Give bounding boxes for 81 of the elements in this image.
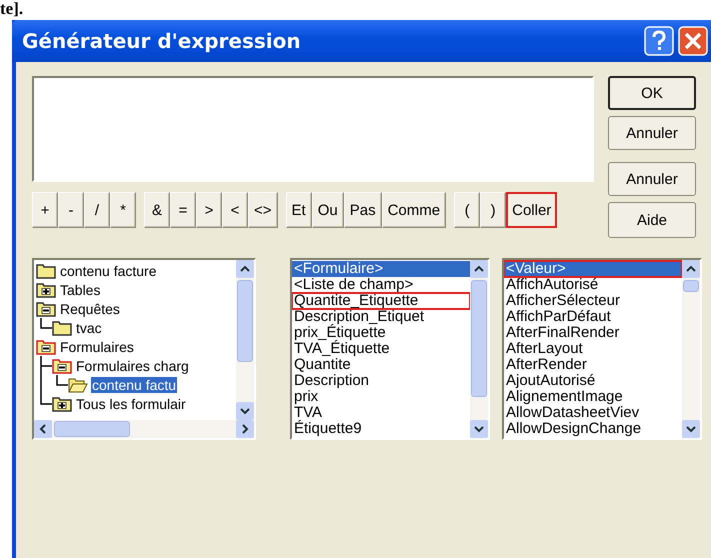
- vertical-scrollbar[interactable]: [470, 260, 488, 438]
- operator-button[interactable]: ): [480, 192, 506, 228]
- list-item[interactable]: AllowDesignChange: [504, 421, 682, 437]
- tree-item[interactable]: tvac: [75, 320, 103, 336]
- tree-line: [56, 375, 68, 386]
- list-item[interactable]: AlignementImage: [504, 389, 682, 405]
- list-item[interactable]: <Valeur>: [504, 261, 682, 277]
- window-title: Générateur d'expression: [22, 29, 301, 53]
- list-item[interactable]: prix_Étiquette: [292, 325, 470, 341]
- vertical-scrollbar[interactable]: [236, 260, 254, 420]
- scroll-down-icon[interactable]: [682, 420, 700, 438]
- operator-button[interactable]: &: [144, 192, 170, 228]
- tree-item[interactable]: Tous les formulair: [75, 396, 187, 412]
- list-item[interactable]: AfficherSélecteur: [504, 293, 682, 309]
- dialog-button[interactable]: Annuler: [608, 162, 696, 196]
- scroll-up-icon[interactable]: [682, 260, 700, 278]
- list-item[interactable]: Description: [292, 373, 470, 389]
- operator-button[interactable]: /: [84, 192, 110, 228]
- scroll-thumb[interactable]: [54, 421, 130, 437]
- list-item[interactable]: <Formulaire>: [292, 261, 470, 277]
- list-item[interactable]: prix: [292, 389, 470, 405]
- scroll-thumb[interactable]: [471, 280, 487, 397]
- scroll-up-icon[interactable]: [236, 260, 254, 278]
- scroll-thumb[interactable]: [683, 280, 699, 292]
- operator-button[interactable]: >: [196, 192, 222, 228]
- list-item[interactable]: <Liste de champ>: [292, 277, 470, 293]
- operator-button[interactable]: Et: [286, 192, 312, 228]
- horizontal-scrollbar[interactable]: [34, 420, 254, 438]
- collapse-folder-icon[interactable]: [52, 357, 72, 374]
- dialog-button[interactable]: Annuler: [608, 116, 696, 150]
- operator-button[interactable]: =: [170, 192, 196, 228]
- open-folder-icon[interactable]: [68, 376, 88, 393]
- help-icon[interactable]: [644, 26, 674, 56]
- operator-button[interactable]: Comme: [382, 192, 446, 228]
- operator-button[interactable]: Ou: [312, 192, 344, 228]
- operator-button[interactable]: Coller: [506, 192, 558, 228]
- list-item[interactable]: AllowDatasheetViev: [504, 405, 682, 421]
- list-item[interactable]: TVA_Étiquette: [292, 341, 470, 357]
- list-item[interactable]: AffichParDéfaut: [504, 309, 682, 325]
- operator-button[interactable]: -: [58, 192, 84, 228]
- operator-button[interactable]: +: [32, 192, 58, 228]
- operator-button[interactable]: <>: [248, 192, 278, 228]
- expand-folder-icon[interactable]: [36, 281, 56, 298]
- scroll-right-icon[interactable]: [236, 420, 254, 438]
- scroll-up-icon[interactable]: [470, 260, 488, 278]
- vertical-scrollbar[interactable]: [682, 260, 700, 438]
- tree-item[interactable]: contenu facture: [59, 262, 158, 278]
- operator-button[interactable]: (: [454, 192, 480, 228]
- collapse-folder-icon[interactable]: [36, 300, 56, 317]
- scroll-down-icon[interactable]: [470, 420, 488, 438]
- folder-icon[interactable]: [52, 319, 72, 336]
- scroll-down-icon[interactable]: [236, 402, 254, 420]
- operator-button[interactable]: <: [222, 192, 248, 228]
- expand-folder-icon[interactable]: [52, 395, 72, 412]
- tree-item[interactable]: Requêtes: [59, 300, 121, 316]
- tree-item[interactable]: Formulaires: [59, 338, 135, 354]
- list-item[interactable]: AfterFinalRender: [504, 325, 682, 341]
- folder-icon[interactable]: [36, 262, 56, 279]
- collapse-folder-icon[interactable]: [36, 338, 56, 355]
- scroll-left-icon[interactable]: [34, 420, 52, 438]
- tree-item[interactable]: Formulaires charg: [75, 358, 190, 374]
- scroll-thumb[interactable]: [237, 280, 253, 362]
- list-item[interactable]: Description_Etiquet: [292, 309, 470, 325]
- document-text: te].: [0, 0, 24, 18]
- close-icon[interactable]: [678, 26, 708, 56]
- operator-button[interactable]: *: [110, 192, 136, 228]
- list-item[interactable]: AfterRender: [504, 357, 682, 373]
- dialog-button[interactable]: OK: [608, 76, 696, 110]
- list-item[interactable]: Quantite_Étiquette: [292, 293, 470, 309]
- tree-item[interactable]: contenu factu: [91, 376, 178, 392]
- list-item[interactable]: AffichAutorisé: [504, 277, 682, 293]
- list-item[interactable]: Quantite: [292, 357, 470, 373]
- tree-line: [40, 318, 52, 329]
- tree-item[interactable]: Tables: [59, 282, 102, 298]
- expression-field[interactable]: [32, 76, 594, 182]
- list-item[interactable]: Étiquette9: [292, 421, 470, 437]
- list-item[interactable]: AjoutAutorisé: [504, 373, 682, 389]
- list-item[interactable]: TVA: [292, 405, 470, 421]
- list-item[interactable]: AfterLayout: [504, 341, 682, 357]
- operator-button[interactable]: Pas: [344, 192, 382, 228]
- dialog-button[interactable]: Aide: [608, 202, 696, 238]
